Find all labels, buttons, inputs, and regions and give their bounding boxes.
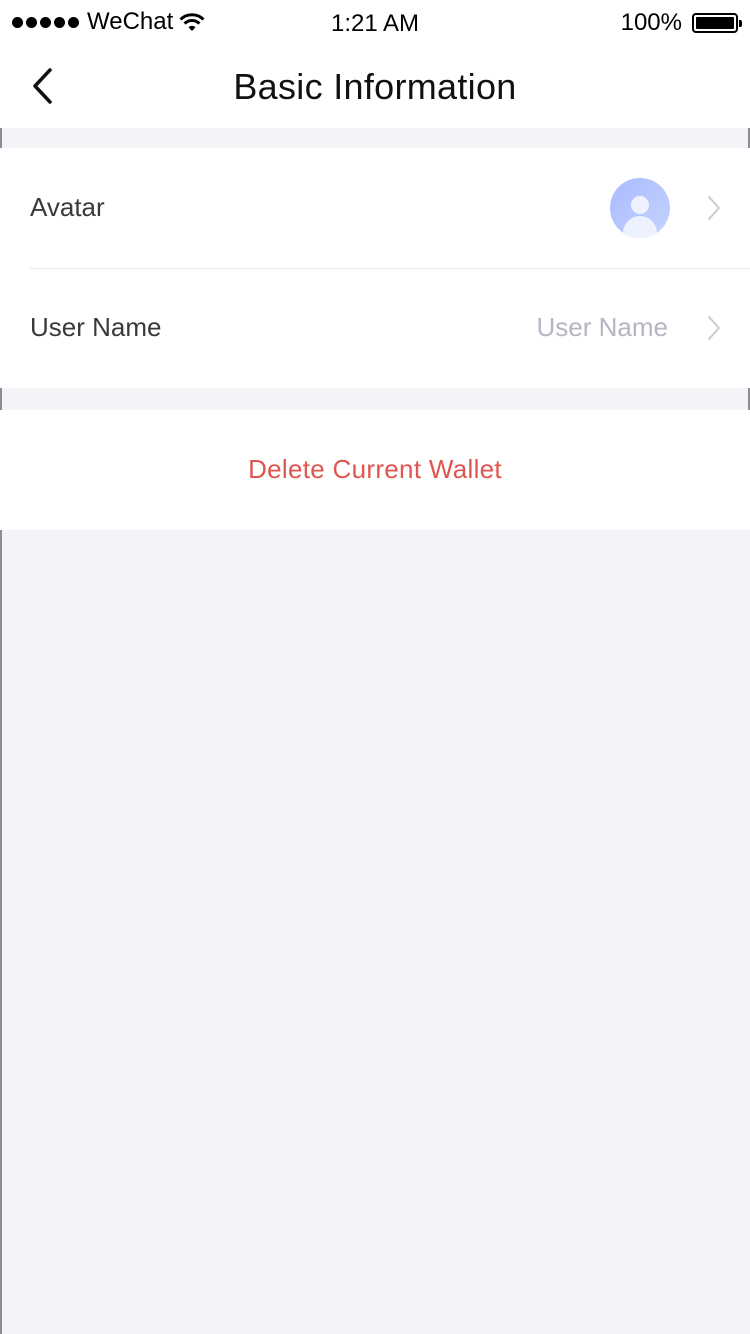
avatar-label: Avatar	[30, 192, 105, 222]
status-bar: WeChat 1:21 AM 100%	[0, 0, 750, 44]
status-right: 100%	[620, 9, 742, 37]
delete-wallet-button[interactable]: Delete Current Wallet	[0, 454, 750, 485]
page-title: Basic Information	[233, 66, 517, 107]
avatar-row[interactable]: Avatar	[0, 148, 750, 269]
battery-percentage: 100%	[620, 9, 682, 36]
chevron-right-icon	[708, 316, 720, 340]
basic-info-card: Avatar User Name User Name	[0, 148, 750, 388]
username-value: User Name	[536, 312, 668, 342]
username-label: User Name	[30, 312, 162, 342]
chevron-right-icon	[708, 196, 720, 220]
username-row[interactable]: User Name User Name	[0, 268, 750, 388]
delete-card: Delete Current Wallet	[0, 410, 750, 530]
battery-icon	[692, 13, 742, 33]
avatar	[610, 178, 670, 238]
nav-bar: Basic Information	[0, 44, 750, 128]
